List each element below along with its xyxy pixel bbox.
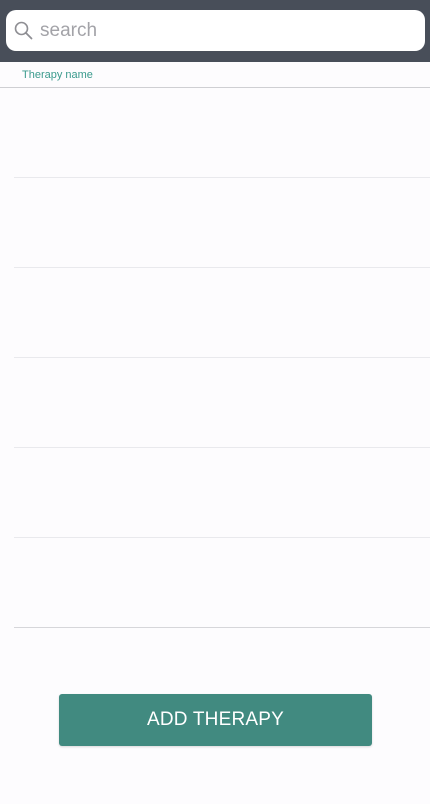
column-header: Therapy name [0,62,430,88]
list-item[interactable] [14,178,430,268]
therapy-list [0,88,430,628]
list-item[interactable] [14,358,430,448]
list-item[interactable] [14,88,430,178]
list-item[interactable] [14,268,430,358]
search-field[interactable] [6,10,425,51]
search-input[interactable] [40,10,415,51]
column-header-therapy-name: Therapy name [22,69,93,81]
list-item[interactable] [14,538,430,628]
add-therapy-button[interactable]: ADD THERAPY [59,694,372,746]
search-bar [0,0,430,62]
list-item[interactable] [14,448,430,538]
search-icon [14,21,33,40]
